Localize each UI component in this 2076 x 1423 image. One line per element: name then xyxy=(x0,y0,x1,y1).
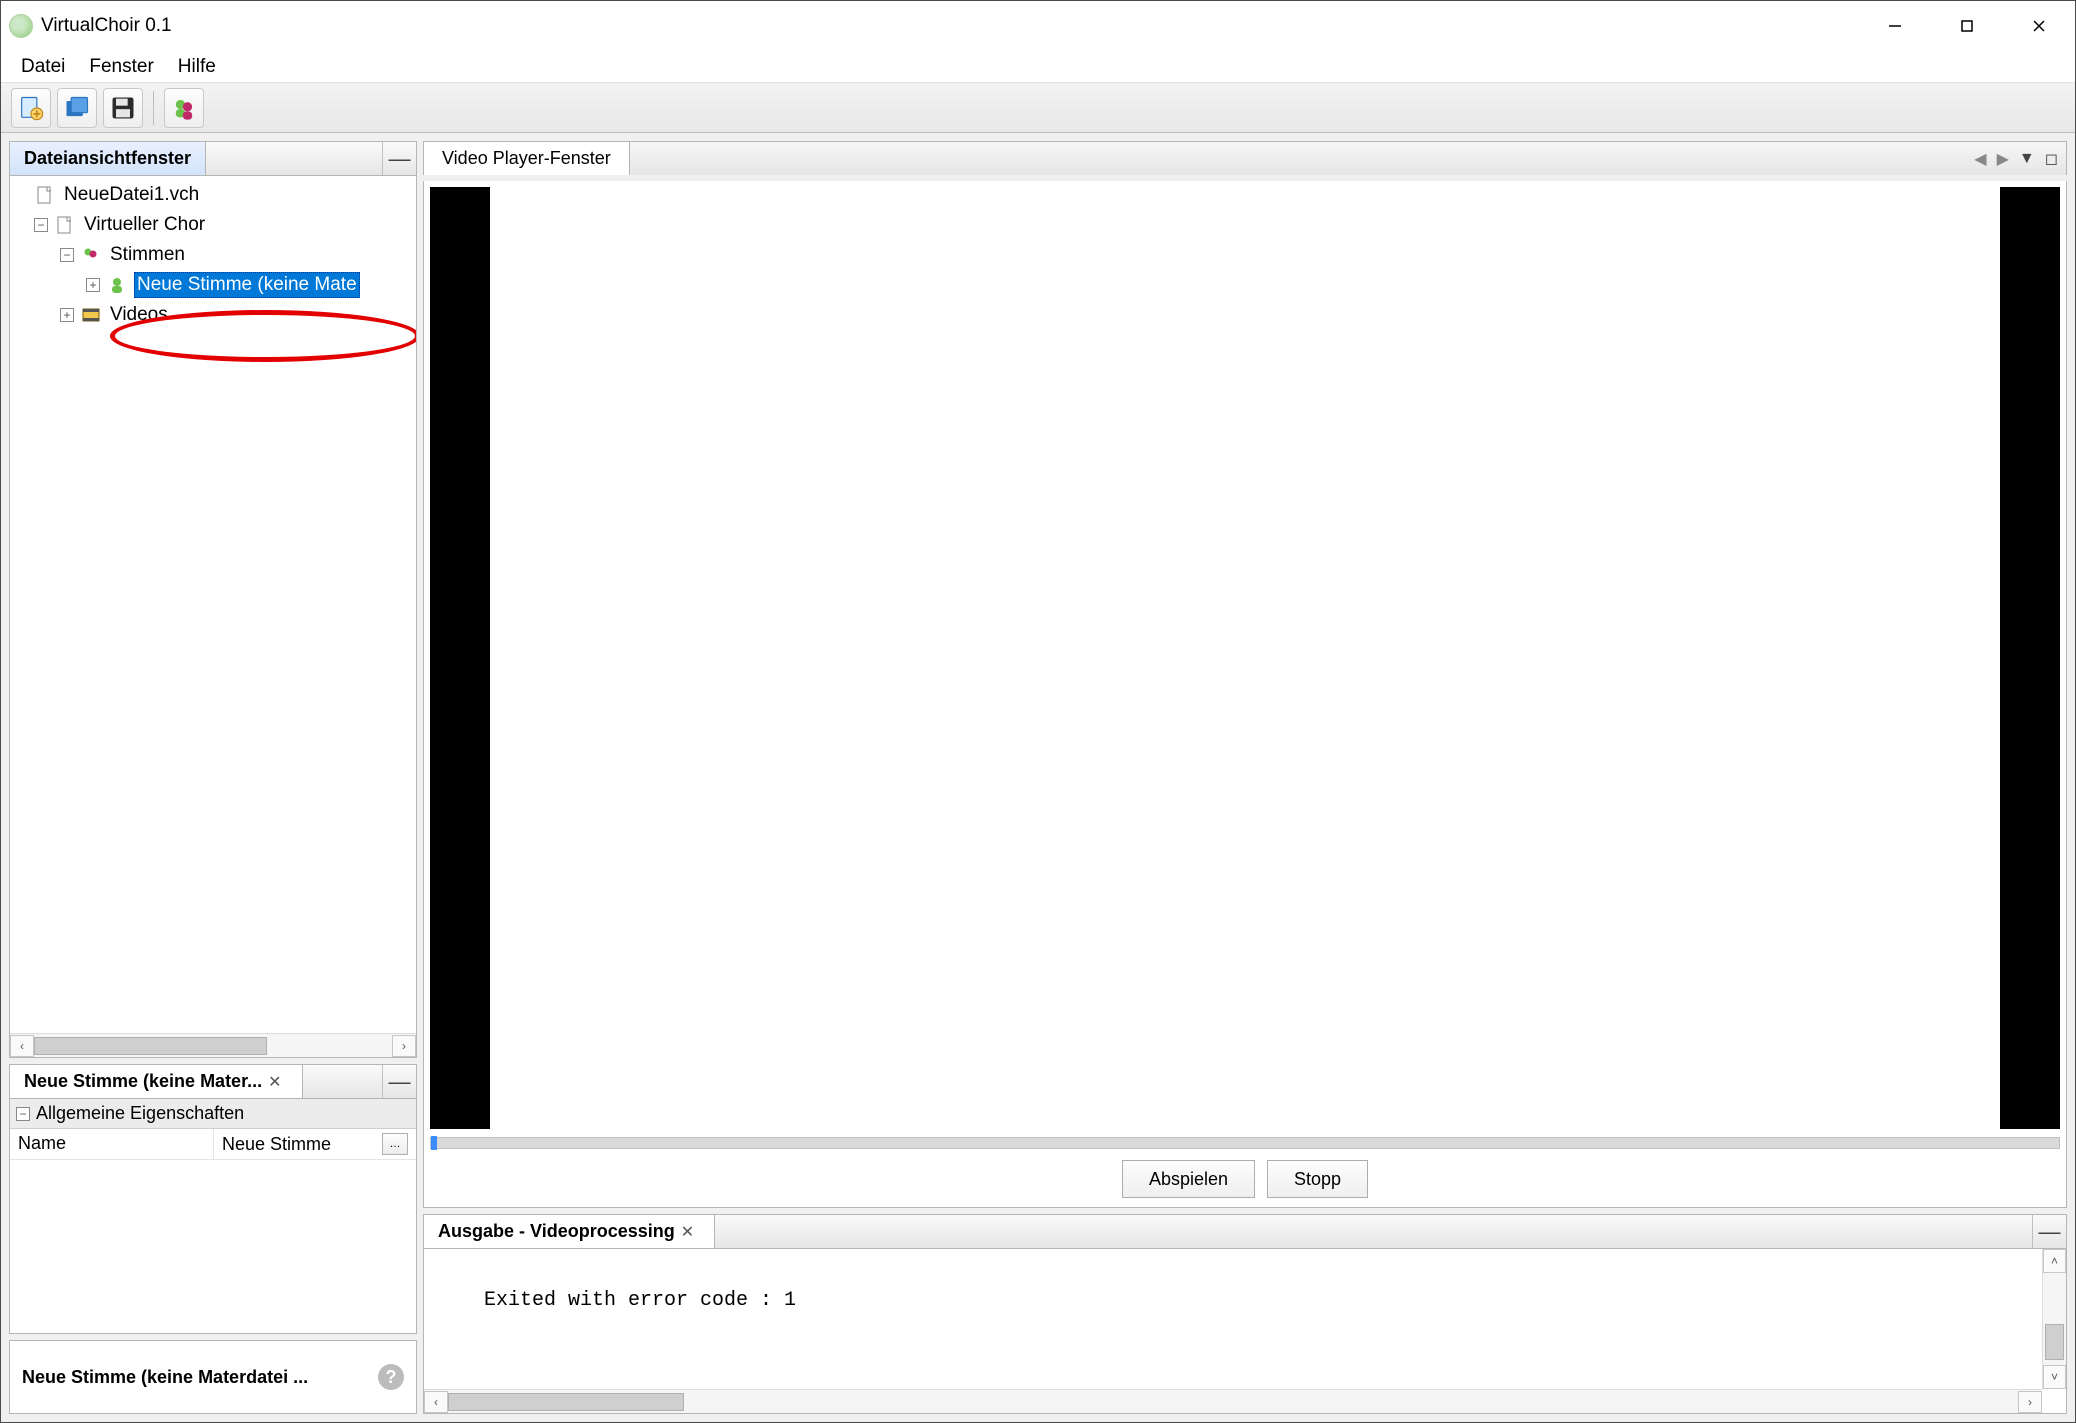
voice-icon xyxy=(106,274,128,296)
scroll-left-icon[interactable]: ‹ xyxy=(10,1035,34,1057)
video-player-panel: Abspielen Stopp xyxy=(423,181,2067,1208)
close-button[interactable] xyxy=(2003,2,2075,50)
scroll-left-icon[interactable]: ‹ xyxy=(424,1391,448,1413)
menu-file[interactable]: Datei xyxy=(9,52,77,82)
videos-icon xyxy=(80,304,102,326)
video-black-right xyxy=(2000,187,2060,1129)
output-body: Exited with error code : 1 ˄ ˅ ‹ › xyxy=(424,1249,2066,1413)
help-icon[interactable]: ? xyxy=(378,1364,404,1390)
play-button[interactable]: Abspielen xyxy=(1122,1160,1255,1198)
file-view-minimize[interactable]: — xyxy=(382,142,416,175)
tree-expand-icon[interactable]: + xyxy=(86,278,100,292)
scroll-down-icon[interactable]: ˅ xyxy=(2043,1365,2066,1389)
output-panel: Ausgabe - Videoprocessing ✕ — Exited wit… xyxy=(423,1214,2067,1414)
video-progress-thumb[interactable] xyxy=(431,1136,437,1150)
toolbar-save-button[interactable] xyxy=(103,88,143,128)
status-text: Neue Stimme (keine Materdatei ... xyxy=(22,1367,308,1388)
window-controls xyxy=(1859,2,2075,50)
file-view-tab[interactable]: Dateiansichtfenster xyxy=(10,142,206,175)
tree: NeueDatei1.vch − Virtueller Chor − Stimm… xyxy=(10,176,416,334)
tree-node-new-voice[interactable]: + Neue Stimme (keine Mate xyxy=(10,270,416,300)
menu-help[interactable]: Hilfe xyxy=(166,52,228,82)
app-icon xyxy=(9,14,33,38)
toolbar-voices-button[interactable] xyxy=(164,88,204,128)
video-tabbar: Video Player-Fenster ◀ ▶ ▼ ◻ xyxy=(423,141,2067,175)
client-area: Dateiansichtfenster — NeueDatei1.vch − xyxy=(1,133,2075,1422)
file-view-panel: Dateiansichtfenster — NeueDatei1.vch − xyxy=(9,141,417,1058)
tree-collapse-icon[interactable]: − xyxy=(60,248,74,262)
properties-close-icon[interactable]: ✕ xyxy=(262,1072,287,1092)
file-view-header: Dateiansichtfenster — xyxy=(10,142,416,176)
video-controls: Abspielen Stopp xyxy=(424,1151,2066,1207)
properties-header: Neue Stimme (keine Mater... ✕ — xyxy=(10,1065,416,1099)
tree-expand-icon[interactable]: + xyxy=(60,308,74,322)
tree-node-root[interactable]: − Virtueller Chor xyxy=(10,210,416,240)
video-progress-slider[interactable] xyxy=(430,1137,2060,1149)
app-window: VirtualChoir 0.1 Datei Fenster Hilfe xyxy=(0,0,2076,1423)
scroll-right-icon[interactable]: › xyxy=(392,1035,416,1057)
tab-prev-icon: ◀ xyxy=(1974,149,1986,169)
tree-node-new-voice-label: Neue Stimme (keine Mate xyxy=(134,272,360,298)
file-icon xyxy=(54,214,76,236)
group-collapse-icon[interactable]: − xyxy=(16,1107,30,1121)
output-text: Exited with error code : 1 xyxy=(424,1249,2066,1352)
file-icon xyxy=(34,184,56,206)
properties-minimize[interactable]: — xyxy=(382,1065,416,1098)
output-vscrollbar[interactable]: ˄ ˅ xyxy=(2042,1249,2066,1389)
stop-button[interactable]: Stopp xyxy=(1267,1160,1368,1198)
tree-node-videos[interactable]: + Videos xyxy=(10,300,416,330)
tree-body: NeueDatei1.vch − Virtueller Chor − Stimm… xyxy=(10,176,416,1033)
toolbar xyxy=(1,83,2075,133)
properties-group-header[interactable]: − Allgemeine Eigenschaften xyxy=(10,1099,416,1129)
minimize-button[interactable] xyxy=(1859,2,1931,50)
left-column: Dateiansichtfenster — NeueDatei1.vch − xyxy=(9,141,417,1414)
right-column: Video Player-Fenster ◀ ▶ ▼ ◻ Abs xyxy=(423,141,2067,1414)
properties-tab[interactable]: Neue Stimme (keine Mater... ✕ xyxy=(10,1065,303,1098)
output-hscrollbar[interactable]: ‹ › xyxy=(424,1389,2042,1413)
video-black-left xyxy=(430,187,490,1129)
video-display xyxy=(430,187,2060,1129)
toolbar-open-button[interactable] xyxy=(57,88,97,128)
property-browse-button[interactable]: … xyxy=(382,1133,408,1155)
menubar: Datei Fenster Hilfe xyxy=(1,51,2075,83)
property-value[interactable]: Neue Stimme … xyxy=(213,1129,416,1159)
scroll-up-icon[interactable]: ˄ xyxy=(2043,1249,2066,1273)
tab-next-icon: ▶ xyxy=(1997,149,2009,169)
menu-window[interactable]: Fenster xyxy=(77,52,165,82)
tab-menu-icon[interactable]: ▼ xyxy=(2019,150,2035,168)
window-title: VirtualChoir 0.1 xyxy=(41,15,172,37)
maximize-button[interactable] xyxy=(1931,2,2003,50)
toolbar-separator xyxy=(153,91,154,125)
toolbar-new-button[interactable] xyxy=(11,88,51,128)
scroll-right-icon[interactable]: › xyxy=(2018,1391,2042,1413)
tree-hscrollbar[interactable]: ‹ › xyxy=(10,1033,416,1057)
titlebar: VirtualChoir 0.1 xyxy=(1,1,2075,51)
output-header: Ausgabe - Videoprocessing ✕ — xyxy=(424,1215,2066,1249)
tree-collapse-icon[interactable]: − xyxy=(34,218,48,232)
property-key: Name xyxy=(10,1129,213,1159)
tab-maximize-icon[interactable]: ◻ xyxy=(2045,149,2058,169)
tabbar-controls: ◀ ▶ ▼ ◻ xyxy=(1966,142,2066,175)
output-tab[interactable]: Ausgabe - Videoprocessing ✕ xyxy=(424,1215,715,1248)
status-panel: Neue Stimme (keine Materdatei ... ? xyxy=(9,1340,417,1414)
output-minimize[interactable]: — xyxy=(2032,1215,2066,1248)
video-player-tab[interactable]: Video Player-Fenster xyxy=(424,142,630,175)
tree-node-stimmen[interactable]: − Stimmen xyxy=(10,240,416,270)
tree-node-file[interactable]: NeueDatei1.vch xyxy=(10,180,416,210)
output-close-icon[interactable]: ✕ xyxy=(675,1222,700,1242)
voices-icon xyxy=(80,244,102,266)
property-row-name: Name Neue Stimme … xyxy=(10,1129,416,1160)
properties-panel: Neue Stimme (keine Mater... ✕ — − Allgem… xyxy=(9,1064,417,1334)
